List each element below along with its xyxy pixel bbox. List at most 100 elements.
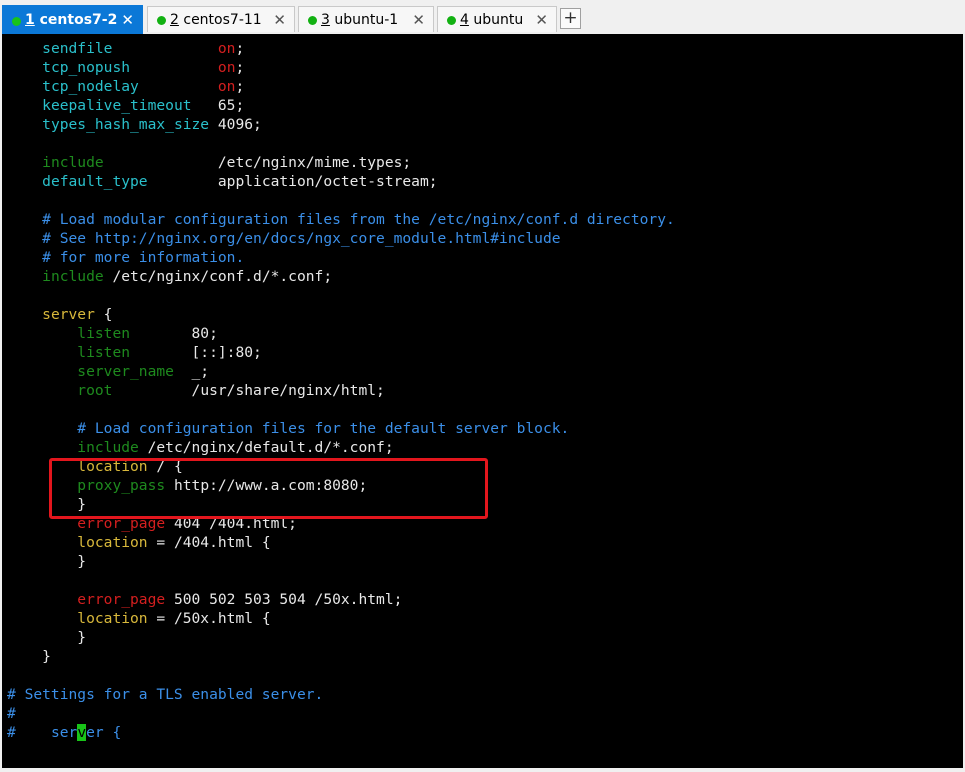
code-token: _; (173, 363, 210, 380)
terminal-line: listen 80; (7, 324, 218, 343)
terminal-view[interactable]: # server {# # Settings for a TLS enabled … (2, 34, 963, 768)
tab-label: ubuntu-1 (334, 12, 399, 28)
code-token: ; (235, 59, 245, 76)
code-token: listen (77, 325, 131, 342)
code-token: } (7, 553, 87, 570)
terminal-line: # for more information. (7, 248, 244, 267)
code-token: 80; (130, 325, 218, 342)
code-token: # for more information. (42, 249, 245, 266)
tab-label: ubuntu (473, 12, 524, 28)
connected-status-icon (308, 16, 317, 25)
code-token: tcp_nodelay (42, 78, 139, 95)
terminal-line: include /etc/nginx/mime.types; (7, 153, 411, 172)
tab-number: 4 (460, 12, 469, 28)
close-icon[interactable]: ✕ (412, 7, 425, 33)
code-token: root (77, 382, 113, 399)
code-token: sendfile (42, 40, 113, 57)
connected-status-icon (12, 17, 21, 26)
terminal-line: default_type application/octet-stream; (7, 172, 438, 191)
code-token: /etc/nginx/default.d/*.conf; (138, 439, 394, 456)
code-token: on (217, 78, 236, 95)
terminal-line: } (7, 647, 51, 666)
tab-centos7-2[interactable]: 1 centos7-2 ✕ (2, 5, 143, 34)
code-token: 65; (191, 97, 245, 114)
code-token: } (7, 629, 87, 646)
close-icon[interactable]: ✕ (273, 7, 286, 33)
highlight-annotation-box (49, 458, 488, 519)
code-token: on (217, 40, 236, 57)
code-token: location (77, 534, 148, 551)
terminal-line: listen [::]:80; (7, 343, 262, 362)
code-token: application/octet-stream; (147, 173, 438, 190)
code-token: default_type (42, 173, 148, 190)
tab-label: centos7-11 (183, 12, 262, 28)
code-token: # Load configuration files for the defau… (77, 420, 570, 437)
terminal-line: # See http://nginx.org/en/docs/ngx_core_… (7, 229, 561, 248)
code-token: # (7, 705, 16, 722)
code-token: include (77, 439, 139, 456)
new-tab-button[interactable]: + (560, 8, 581, 29)
code-token: # Settings for a TLS enabled server. (7, 686, 324, 703)
code-token: 500 502 503 504 /50x.html; (165, 591, 403, 608)
terminal-line: sendfile on; (7, 39, 244, 58)
code-token: = /404.html { (147, 534, 271, 551)
terminal-line: keepalive_timeout 65; (7, 96, 244, 115)
connected-status-icon (447, 16, 456, 25)
tab-number: 1 (25, 12, 35, 28)
terminal-line: include /etc/nginx/conf.d/*.conf; (7, 267, 332, 286)
tab-bar: 1 centos7-2 ✕ 2 centos7-11 ✕ 3 ubuntu-1 … (0, 0, 965, 34)
code-token: /etc/nginx/conf.d/*.conf; (103, 268, 333, 285)
code-token: server_name (77, 363, 174, 380)
code-token: include (42, 154, 104, 171)
terminal-line: } (7, 628, 86, 647)
code-token: # See http://nginx.org/en/docs/ngx_core_… (42, 230, 561, 247)
code-token: tcp_nopush (42, 59, 131, 76)
terminal-line: tcp_nodelay on; (7, 77, 244, 96)
terminal-line: location = /50x.html { (7, 609, 270, 628)
code-token: } (7, 648, 51, 665)
code-token: types_hash_max_size (42, 116, 210, 133)
tab-label: centos7-2 (39, 12, 118, 28)
tab-ubuntu-1[interactable]: 3 ubuntu-1 ✕ (298, 6, 434, 32)
code-token: # Load modular configuration files from … (42, 211, 675, 228)
code-token: { (94, 306, 113, 323)
code-token: keepalive_timeout (42, 97, 192, 114)
terminal-line: server { (7, 305, 112, 324)
tab-centos7-11[interactable]: 2 centos7-11 ✕ (147, 6, 295, 32)
close-icon[interactable]: ✕ (121, 6, 134, 35)
code-token: er { (86, 724, 122, 741)
terminal-line: # Load modular configuration files from … (7, 210, 675, 229)
terminal-line: server_name _; (7, 362, 209, 381)
close-icon[interactable]: ✕ (535, 7, 548, 33)
code-token: /usr/share/nginx/html; (112, 382, 385, 399)
terminal-line: # Settings for a TLS enabled server. (7, 685, 323, 704)
terminal-line: # Load configuration files for the defau… (7, 419, 569, 438)
code-token: 4096; (209, 116, 262, 133)
tab-ubuntu[interactable]: 4 ubuntu ✕ (437, 6, 557, 32)
terminal-line: types_hash_max_size 4096; (7, 115, 262, 134)
code-token: ; (235, 40, 245, 57)
code-token: location (77, 610, 148, 627)
code-token: error_page (77, 591, 166, 608)
